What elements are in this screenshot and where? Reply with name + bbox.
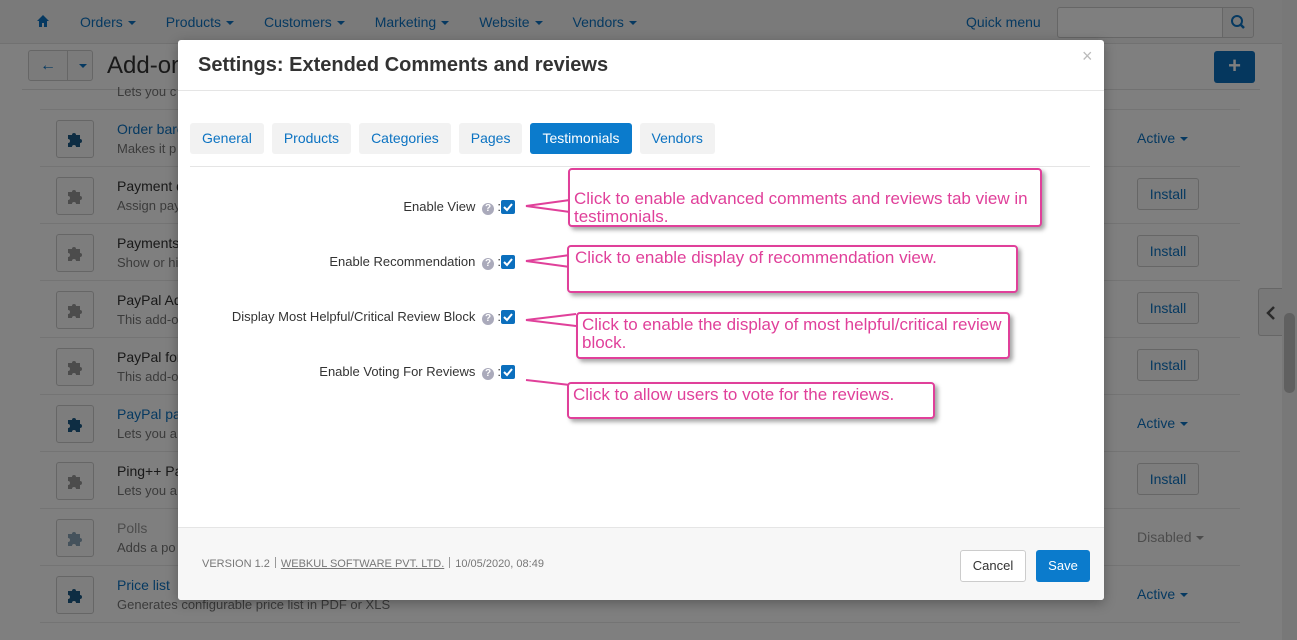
- setting-label: Enable View ?: [403, 199, 494, 215]
- annotation-callout: Click to allow users to vote for the rev…: [567, 382, 935, 419]
- setting-label: Enable Voting For Reviews ?: [319, 364, 494, 380]
- tab-categories[interactable]: Categories: [359, 123, 451, 154]
- question-icon[interactable]: ?: [482, 313, 494, 325]
- annotation-callout: Click to enable advanced comments and re…: [568, 168, 1042, 227]
- version-text: VERSION 1.2: [202, 558, 270, 570]
- vendor-link[interactable]: WEBKUL SOFTWARE PVT. LTD.: [281, 558, 444, 570]
- enable-view-checkbox[interactable]: [501, 200, 515, 214]
- close-icon[interactable]: ×: [1082, 46, 1093, 67]
- cancel-button[interactable]: Cancel: [960, 550, 1026, 582]
- helpful-critical-checkbox[interactable]: [501, 310, 515, 324]
- settings-dialog: Settings: Extended Comments and reviews …: [178, 40, 1104, 600]
- addon-info: VERSION 1.2 WEBKUL SOFTWARE PVT. LTD. 10/0…: [202, 557, 544, 570]
- setting-enable-voting: Enable Voting For Reviews ? :: [190, 362, 1090, 382]
- setting-label: Enable Recommendation ?: [329, 254, 494, 270]
- tab-products[interactable]: Products: [271, 123, 352, 154]
- enable-voting-checkbox[interactable]: [501, 365, 515, 379]
- tab-vendors[interactable]: Vendors: [639, 123, 715, 154]
- enable-recommendation-checkbox[interactable]: [501, 255, 515, 269]
- setting-label: Display Most Helpful/Critical Review Blo…: [232, 309, 494, 325]
- tab-general[interactable]: General: [190, 123, 264, 154]
- tab-pages[interactable]: Pages: [458, 123, 523, 154]
- question-icon[interactable]: ?: [482, 203, 494, 215]
- save-button[interactable]: Save: [1036, 550, 1090, 582]
- dialog-footer: VERSION 1.2 WEBKUL SOFTWARE PVT. LTD. 10/0…: [178, 527, 1104, 600]
- tab-testimonials[interactable]: Testimonials: [530, 123, 632, 154]
- dialog-header: Settings: Extended Comments and reviews …: [178, 40, 1104, 91]
- annotation-callout: Click to enable display of recommendatio…: [567, 245, 1018, 293]
- dialog-title: Settings: Extended Comments and reviews: [198, 54, 609, 76]
- annotation-callout: Click to enable the display of most help…: [576, 312, 1010, 359]
- question-icon[interactable]: ?: [482, 258, 494, 270]
- install-date: 10/05/2020, 08:49: [455, 558, 544, 570]
- question-icon[interactable]: ?: [482, 368, 494, 380]
- settings-tabs: General Products Categories Pages Testim…: [190, 123, 1090, 167]
